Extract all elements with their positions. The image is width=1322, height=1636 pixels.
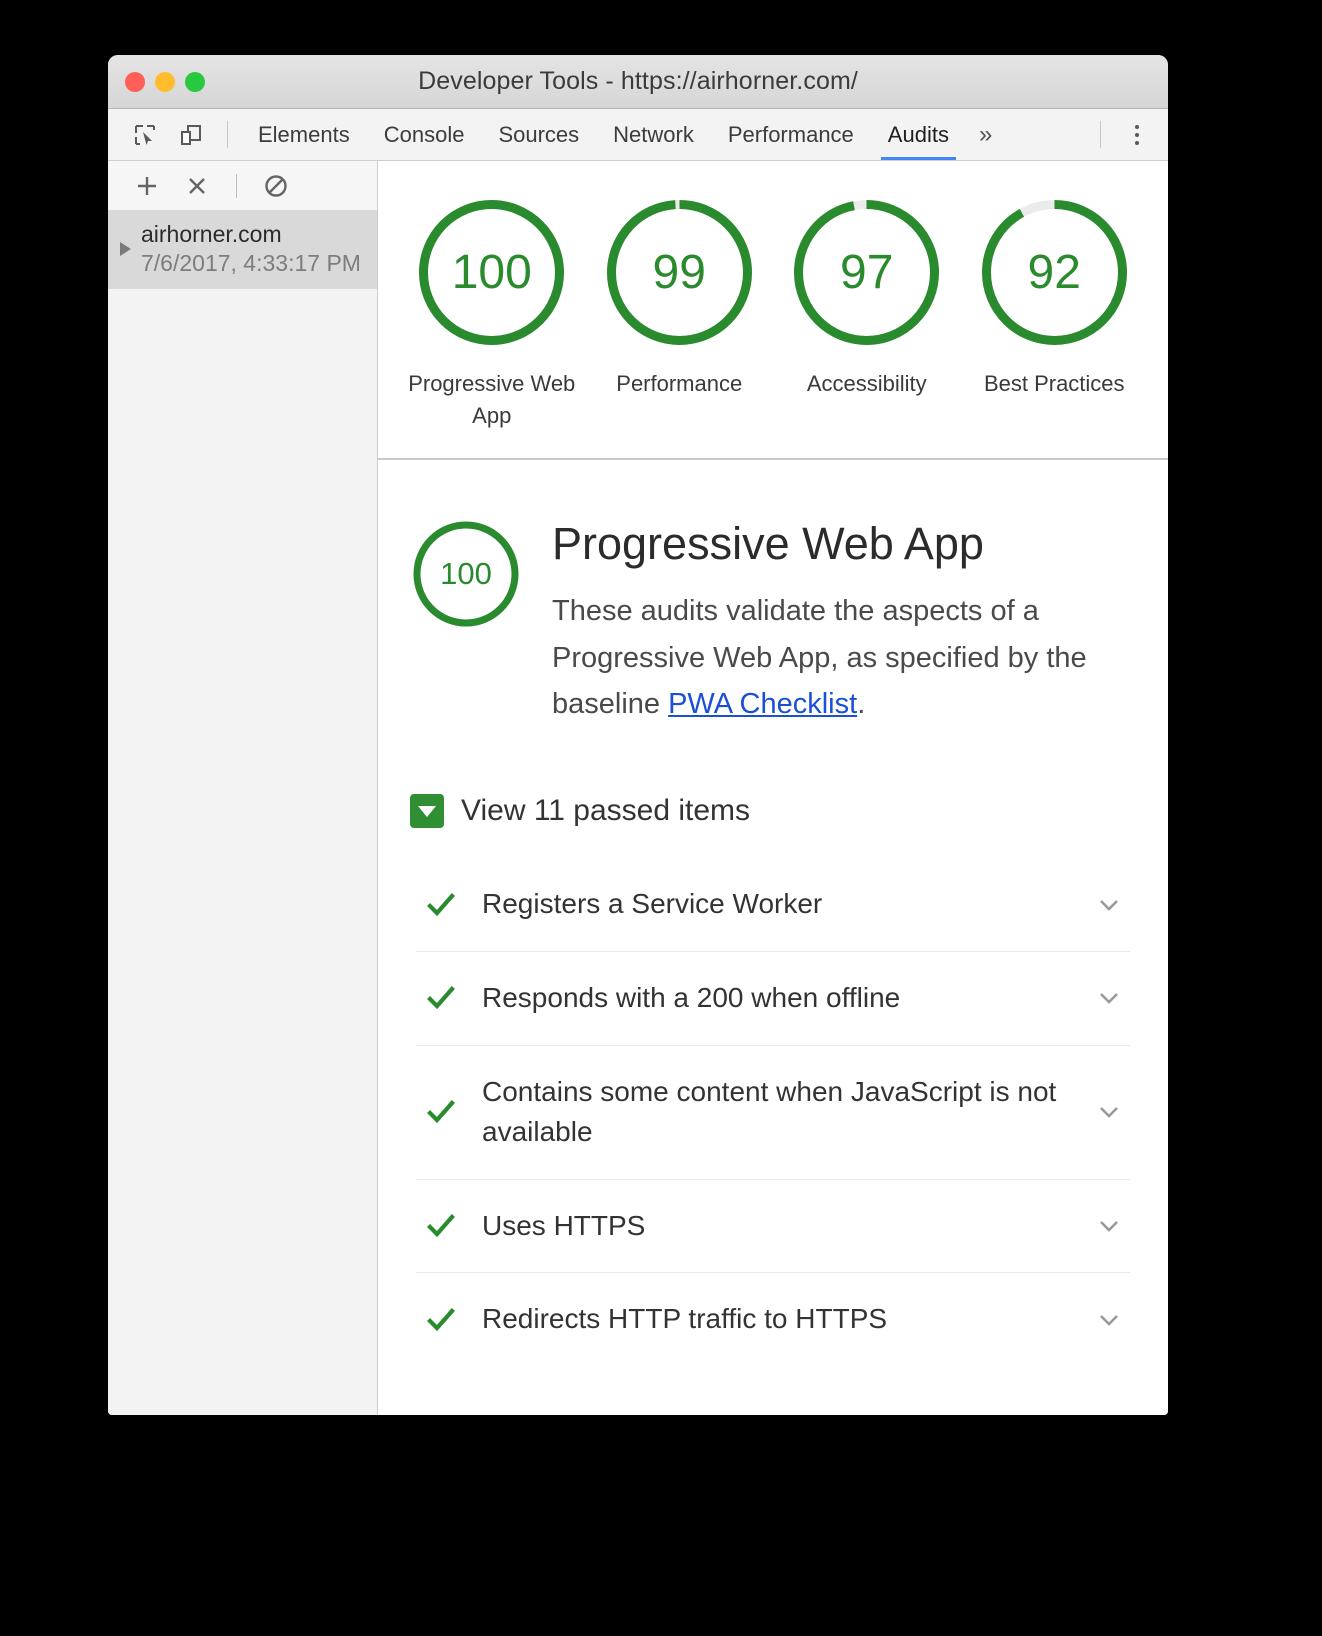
check-icon [424, 1095, 458, 1129]
category-title: Progressive Web App [552, 517, 984, 569]
report-host: airhorner.com [141, 221, 282, 247]
chevron-down-icon[interactable] [1094, 1213, 1124, 1239]
gauge-performance[interactable]: 99 Performance [593, 195, 765, 400]
inspect-element-icon[interactable] [122, 109, 168, 160]
sidebar-toolbar-divider [236, 173, 237, 198]
gauge-value-pwa: 100 [451, 246, 532, 299]
category-detail: 100 Progressive Web App These audits val… [378, 460, 1168, 1415]
report-timestamp: 7/6/2017, 4:33:17 PM [141, 250, 361, 276]
gauge-label-pwa: Progressive Web App [408, 371, 576, 428]
chevron-down-icon[interactable] [1094, 1307, 1124, 1333]
gauge-progressive-web-app[interactable]: 100 Progressive Web App [406, 195, 578, 432]
tab-network[interactable]: Network [596, 109, 711, 160]
gauge-accessibility[interactable]: 97 Accessibility [781, 195, 953, 400]
check-icon [424, 981, 458, 1015]
chevron-down-icon[interactable] [1094, 985, 1124, 1011]
view-passed-items-label: View 11 passed items [461, 794, 751, 828]
toolbar-right [1087, 109, 1168, 160]
devtools-toolbar: Elements Console Sources Network Perform… [108, 109, 1168, 161]
table-row[interactable]: Uses HTTPS [416, 1178, 1130, 1273]
category-header: 100 Progressive Web App These audits val… [378, 518, 1168, 729]
gauge-best-practices[interactable]: 92 Best Practices [968, 195, 1140, 400]
toolbar-divider-right [1100, 121, 1101, 148]
table-row[interactable]: Redirects HTTP traffic to HTTPS [416, 1272, 1130, 1366]
new-audit-icon[interactable] [126, 169, 168, 203]
gauge-ring-best-practices: 92 [977, 195, 1132, 350]
gauge-ring-pwa: 100 [414, 195, 569, 350]
check-icon [424, 1303, 458, 1337]
gauge-label-performance: Performance [616, 371, 743, 396]
content-split: airhorner.com 7/6/2017, 4:33:17 PM 100 P… [108, 161, 1168, 1415]
sidebar-report-item[interactable]: airhorner.com 7/6/2017, 4:33:17 PM [108, 211, 377, 289]
gauge-value-performance: 99 [652, 246, 706, 299]
panel-tabs: Elements Console Sources Network Perform… [241, 109, 1005, 160]
sidebar-toolbar [108, 161, 377, 211]
score-gauges: 100 Progressive Web App 99 Performance 9… [378, 161, 1168, 460]
table-row[interactable]: Contains some content when JavaScript is… [416, 1044, 1130, 1179]
category-score-value: 100 [440, 555, 492, 591]
chevron-down-icon[interactable] [1094, 892, 1124, 918]
audit-title: Contains some content when JavaScript is… [482, 1075, 1057, 1148]
audit-title: Registers a Service Worker [482, 888, 823, 920]
gauge-ring-accessibility: 97 [789, 195, 944, 350]
tab-performance[interactable]: Performance [711, 109, 871, 160]
gauge-label-best-practices: Best Practices [983, 371, 1125, 396]
gauge-ring-performance: 99 [602, 195, 757, 350]
audit-title: Uses HTTPS [482, 1209, 646, 1241]
report-labels: airhorner.com 7/6/2017, 4:33:17 PM [141, 221, 361, 277]
table-row[interactable]: Registers a Service Worker [416, 858, 1130, 951]
window-titlebar: Developer Tools - https://airhorner.com/ [108, 55, 1168, 109]
category-description: These audits validate the aspects of a P… [552, 588, 1134, 729]
devtools-window: Developer Tools - https://airhorner.com/… [108, 55, 1168, 1415]
tab-sources[interactable]: Sources [481, 109, 596, 160]
audits-main-panel: 100 Progressive Web App 99 Performance 9… [378, 161, 1168, 1415]
pwa-checklist-link[interactable]: PWA Checklist [668, 688, 857, 720]
expand-triangle-icon[interactable] [120, 242, 131, 256]
device-toolbar-icon[interactable] [168, 109, 214, 160]
block-requests-icon[interactable] [255, 169, 297, 203]
chevron-down-badge-icon [410, 794, 444, 829]
gauge-value-best-practices: 92 [1027, 246, 1081, 299]
category-score-ring: 100 [410, 518, 522, 630]
check-icon [424, 888, 458, 922]
screen-background: Developer Tools - https://airhorner.com/… [0, 0, 1322, 1636]
check-icon [424, 1209, 458, 1243]
more-options-icon[interactable] [1114, 109, 1160, 160]
audit-title: Responds with a 200 when offline [482, 982, 901, 1014]
category-body: Progressive Web App These audits validat… [552, 518, 1134, 729]
passed-audits-list: Registers a Service Worker Responds with… [416, 858, 1130, 1366]
window-title: Developer Tools - https://airhorner.com/ [418, 67, 858, 95]
audit-title: Redirects HTTP traffic to HTTPS [482, 1303, 888, 1335]
toolbar-divider [227, 121, 228, 148]
tab-console[interactable]: Console [367, 109, 482, 160]
tab-elements[interactable]: Elements [241, 109, 367, 160]
view-passed-items-toggle[interactable]: View 11 passed items [410, 794, 1168, 829]
more-tabs-icon[interactable]: » [966, 109, 1005, 160]
tab-audits[interactable]: Audits [871, 109, 966, 160]
chevron-down-icon[interactable] [1094, 1099, 1124, 1125]
gauge-label-accessibility: Accessibility [806, 371, 927, 396]
audits-sidebar: airhorner.com 7/6/2017, 4:33:17 PM [108, 161, 378, 1415]
category-description-after: . [857, 688, 866, 721]
gauge-value-accessibility: 97 [840, 246, 894, 299]
clear-audit-icon[interactable] [176, 169, 218, 203]
table-row[interactable]: Responds with a 200 when offline [416, 951, 1130, 1045]
